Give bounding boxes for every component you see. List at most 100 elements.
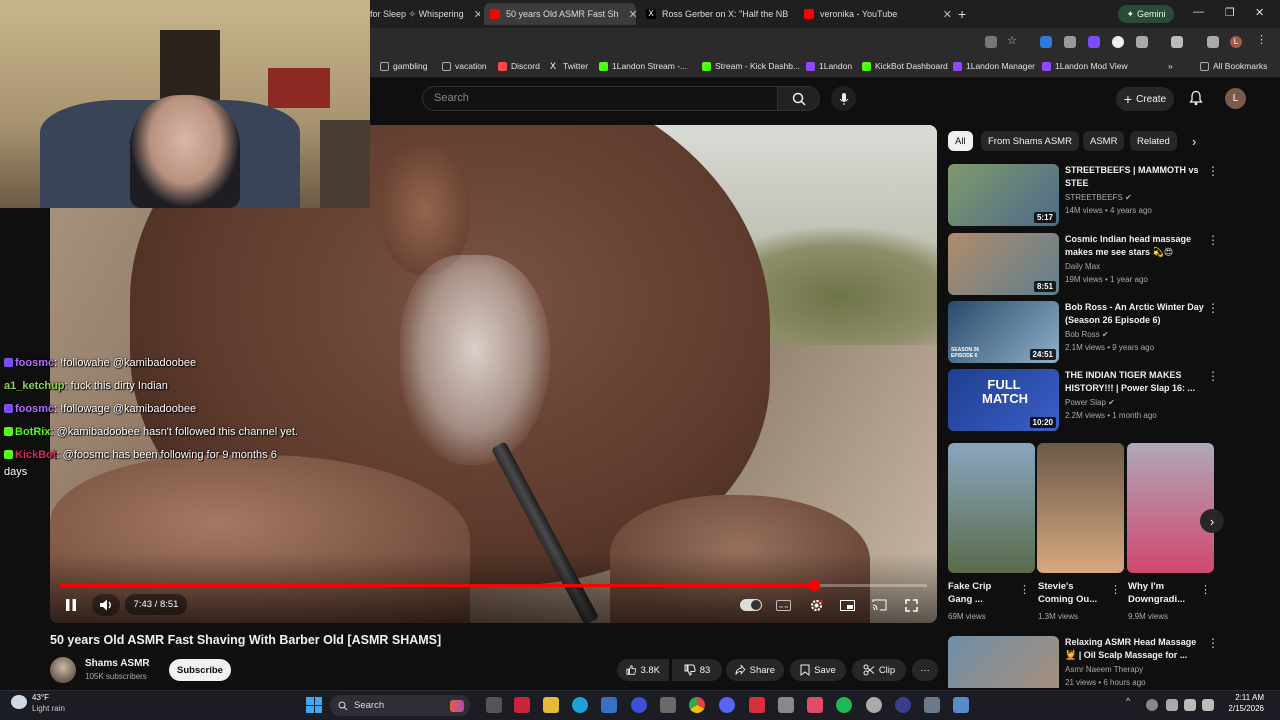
chip-from-channel[interactable]: From Shams ASMR <box>981 131 1079 151</box>
chevron-right-icon[interactable]: › <box>1192 134 1196 149</box>
channel-avatar[interactable] <box>50 657 76 683</box>
spotify-icon[interactable] <box>836 697 852 713</box>
shorts-next-button[interactable]: › <box>1200 509 1224 533</box>
more-bookmarks-button[interactable]: » <box>1168 61 1173 71</box>
chip-asmr[interactable]: ASMR <box>1083 131 1125 151</box>
chevron-up-icon[interactable]: ^ <box>1126 696 1130 706</box>
short-title[interactable]: Fake Crip Gang ... <box>948 580 1014 606</box>
short-title[interactable]: Why I'm Downgradi... <box>1128 580 1196 606</box>
extension-icon[interactable] <box>1040 36 1052 48</box>
clock-date[interactable]: 2/15/2026 <box>1224 704 1264 713</box>
taskbar-search[interactable]: Search <box>330 695 470 716</box>
volume-icon[interactable] <box>1202 699 1214 711</box>
sidebar-icon[interactable] <box>1171 36 1183 48</box>
clip-button[interactable]: Clip <box>852 659 906 681</box>
menu-icon[interactable]: ⋮ <box>1256 33 1268 46</box>
app-icon[interactable] <box>807 697 823 713</box>
extension-icon[interactable] <box>1112 36 1124 48</box>
dislike-button[interactable]: 83 <box>672 659 722 681</box>
store-icon[interactable] <box>601 697 617 713</box>
app-icon[interactable] <box>514 697 530 713</box>
recommended-video[interactable]: 5:17 STREETBEEFS | MAMMOTH vs STEE STREE… <box>948 164 1228 226</box>
gemini-button[interactable]: ✦ Gemini <box>1118 5 1174 23</box>
more-options-icon[interactable]: ⋮ <box>1110 583 1121 596</box>
video-progress-bar[interactable] <box>60 580 927 591</box>
more-actions-button[interactable]: ··· <box>912 659 938 681</box>
new-tab-button[interactable]: + <box>958 3 974 25</box>
more-options-icon[interactable]: ⋮ <box>1207 234 1219 246</box>
clock-time[interactable]: 2:11 AM <box>1224 693 1264 702</box>
save-button[interactable]: Save <box>790 659 846 681</box>
extension-icon[interactable] <box>1064 36 1076 48</box>
subtitles-button[interactable] <box>775 596 791 614</box>
search-input[interactable]: Search <box>422 86 778 111</box>
weather-cloud-icon[interactable] <box>11 695 27 709</box>
close-tab-icon[interactable]: ✕ <box>943 8 952 21</box>
recommended-video[interactable]: FULL MATCH 10:20 THE INDIAN TIGER MAKES … <box>948 369 1228 431</box>
video-title[interactable]: Relaxing ASMR Head Massage 💆 | Oil Scalp… <box>1065 636 1205 661</box>
autoplay-toggle[interactable] <box>740 599 762 611</box>
video-thumbnail[interactable]: FULL MATCH 10:20 <box>948 369 1059 431</box>
video-thumbnail[interactable] <box>948 636 1059 688</box>
bookmark-item[interactable]: 1Landon Mod View <box>1042 61 1128 71</box>
chrome-icon[interactable] <box>689 697 705 713</box>
chip-related[interactable]: Related <box>1130 131 1177 151</box>
tray-icon[interactable] <box>1146 699 1158 711</box>
fullscreen-button[interactable] <box>902 596 920 614</box>
edge-icon[interactable] <box>572 697 588 713</box>
browser-tab[interactable]: for Sleep ✧ Whispering ✕ <box>370 3 480 25</box>
more-options-icon[interactable]: ⋮ <box>1207 637 1219 649</box>
settings-button[interactable] <box>807 596 825 614</box>
bookmark-item[interactable]: 1Landon Stream -... <box>599 61 687 71</box>
more-options-icon[interactable]: ⋮ <box>1207 302 1219 314</box>
star-icon[interactable]: ☆ <box>1007 34 1019 47</box>
discord-icon[interactable] <box>719 697 735 713</box>
chip-all[interactable]: All <box>948 131 973 151</box>
close-window-icon[interactable]: ✕ <box>1255 6 1264 19</box>
search-button[interactable] <box>778 86 820 111</box>
browser-tab[interactable]: X Ross Gerber on X: "Half the NB ✕ <box>646 3 794 25</box>
share-button[interactable]: Share <box>726 659 784 681</box>
puzzle-icon[interactable] <box>1136 36 1148 48</box>
downloads-icon[interactable] <box>1207 36 1219 48</box>
app-icon[interactable] <box>924 697 940 713</box>
bookmark-item[interactable]: 1Landon Manager <box>953 61 1035 71</box>
browser-tab[interactable]: veronika - YouTube ✕ <box>804 3 952 25</box>
create-button[interactable]: + Create <box>1116 87 1174 111</box>
video-title[interactable]: THE INDIAN TIGER MAKES HISTORY!!! | Powe… <box>1065 369 1205 394</box>
notifications-bell-icon[interactable] <box>1188 90 1204 106</box>
video-thumbnail[interactable]: 5:17 <box>948 164 1059 226</box>
windows-start-icon[interactable] <box>306 697 322 713</box>
app-icon[interactable] <box>953 697 969 713</box>
task-view-icon[interactable] <box>486 697 502 713</box>
recommended-video[interactable]: 8:51 Cosmic Indian head massage makes me… <box>948 233 1228 295</box>
account-avatar[interactable]: L <box>1225 88 1246 109</box>
bookmark-item[interactable]: Discord <box>498 61 540 71</box>
bookmark-item[interactable]: Stream - Kick Dashb... <box>702 61 800 71</box>
all-bookmarks-button[interactable]: All Bookmarks <box>1200 61 1267 71</box>
video-thumbnail[interactable]: 8:51 <box>948 233 1059 295</box>
bookmark-item[interactable]: X Twitter <box>550 61 588 71</box>
like-button[interactable]: 3.8K <box>617 659 669 681</box>
subscribe-button[interactable]: Subscribe <box>169 659 231 681</box>
more-options-icon[interactable]: ⋮ <box>1200 583 1211 596</box>
recommended-video[interactable]: SEASON 26 EPISODE 6 24:51 Bob Ross - An … <box>948 301 1228 363</box>
bookmark-item[interactable]: gambling <box>380 61 428 71</box>
more-options-icon[interactable]: ⋮ <box>1207 370 1219 382</box>
app-icon[interactable] <box>631 697 647 713</box>
maximize-icon[interactable]: ❐ <box>1225 6 1235 19</box>
short-title[interactable]: Stevie's Coming Ou... <box>1038 580 1106 606</box>
volume-button[interactable] <box>92 594 120 616</box>
app-icon[interactable] <box>866 697 882 713</box>
app-icon[interactable] <box>778 697 794 713</box>
extension-icon[interactable] <box>1088 36 1100 48</box>
close-tab-icon[interactable]: ✕ <box>629 8 636 21</box>
short-thumbnail[interactable] <box>948 443 1035 573</box>
bookmark-item[interactable]: vacation <box>442 61 487 71</box>
recommended-video[interactable]: Relaxing ASMR Head Massage 💆 | Oil Scalp… <box>948 636 1228 688</box>
video-thumbnail[interactable]: SEASON 26 EPISODE 6 24:51 <box>948 301 1059 363</box>
video-title[interactable]: Bob Ross - An Arctic Winter Day (Season … <box>1065 301 1205 326</box>
bookmark-item[interactable]: KickBot Dashboard <box>862 61 948 71</box>
network-icon[interactable] <box>1184 699 1196 711</box>
profile-avatar[interactable]: L <box>1230 36 1242 48</box>
